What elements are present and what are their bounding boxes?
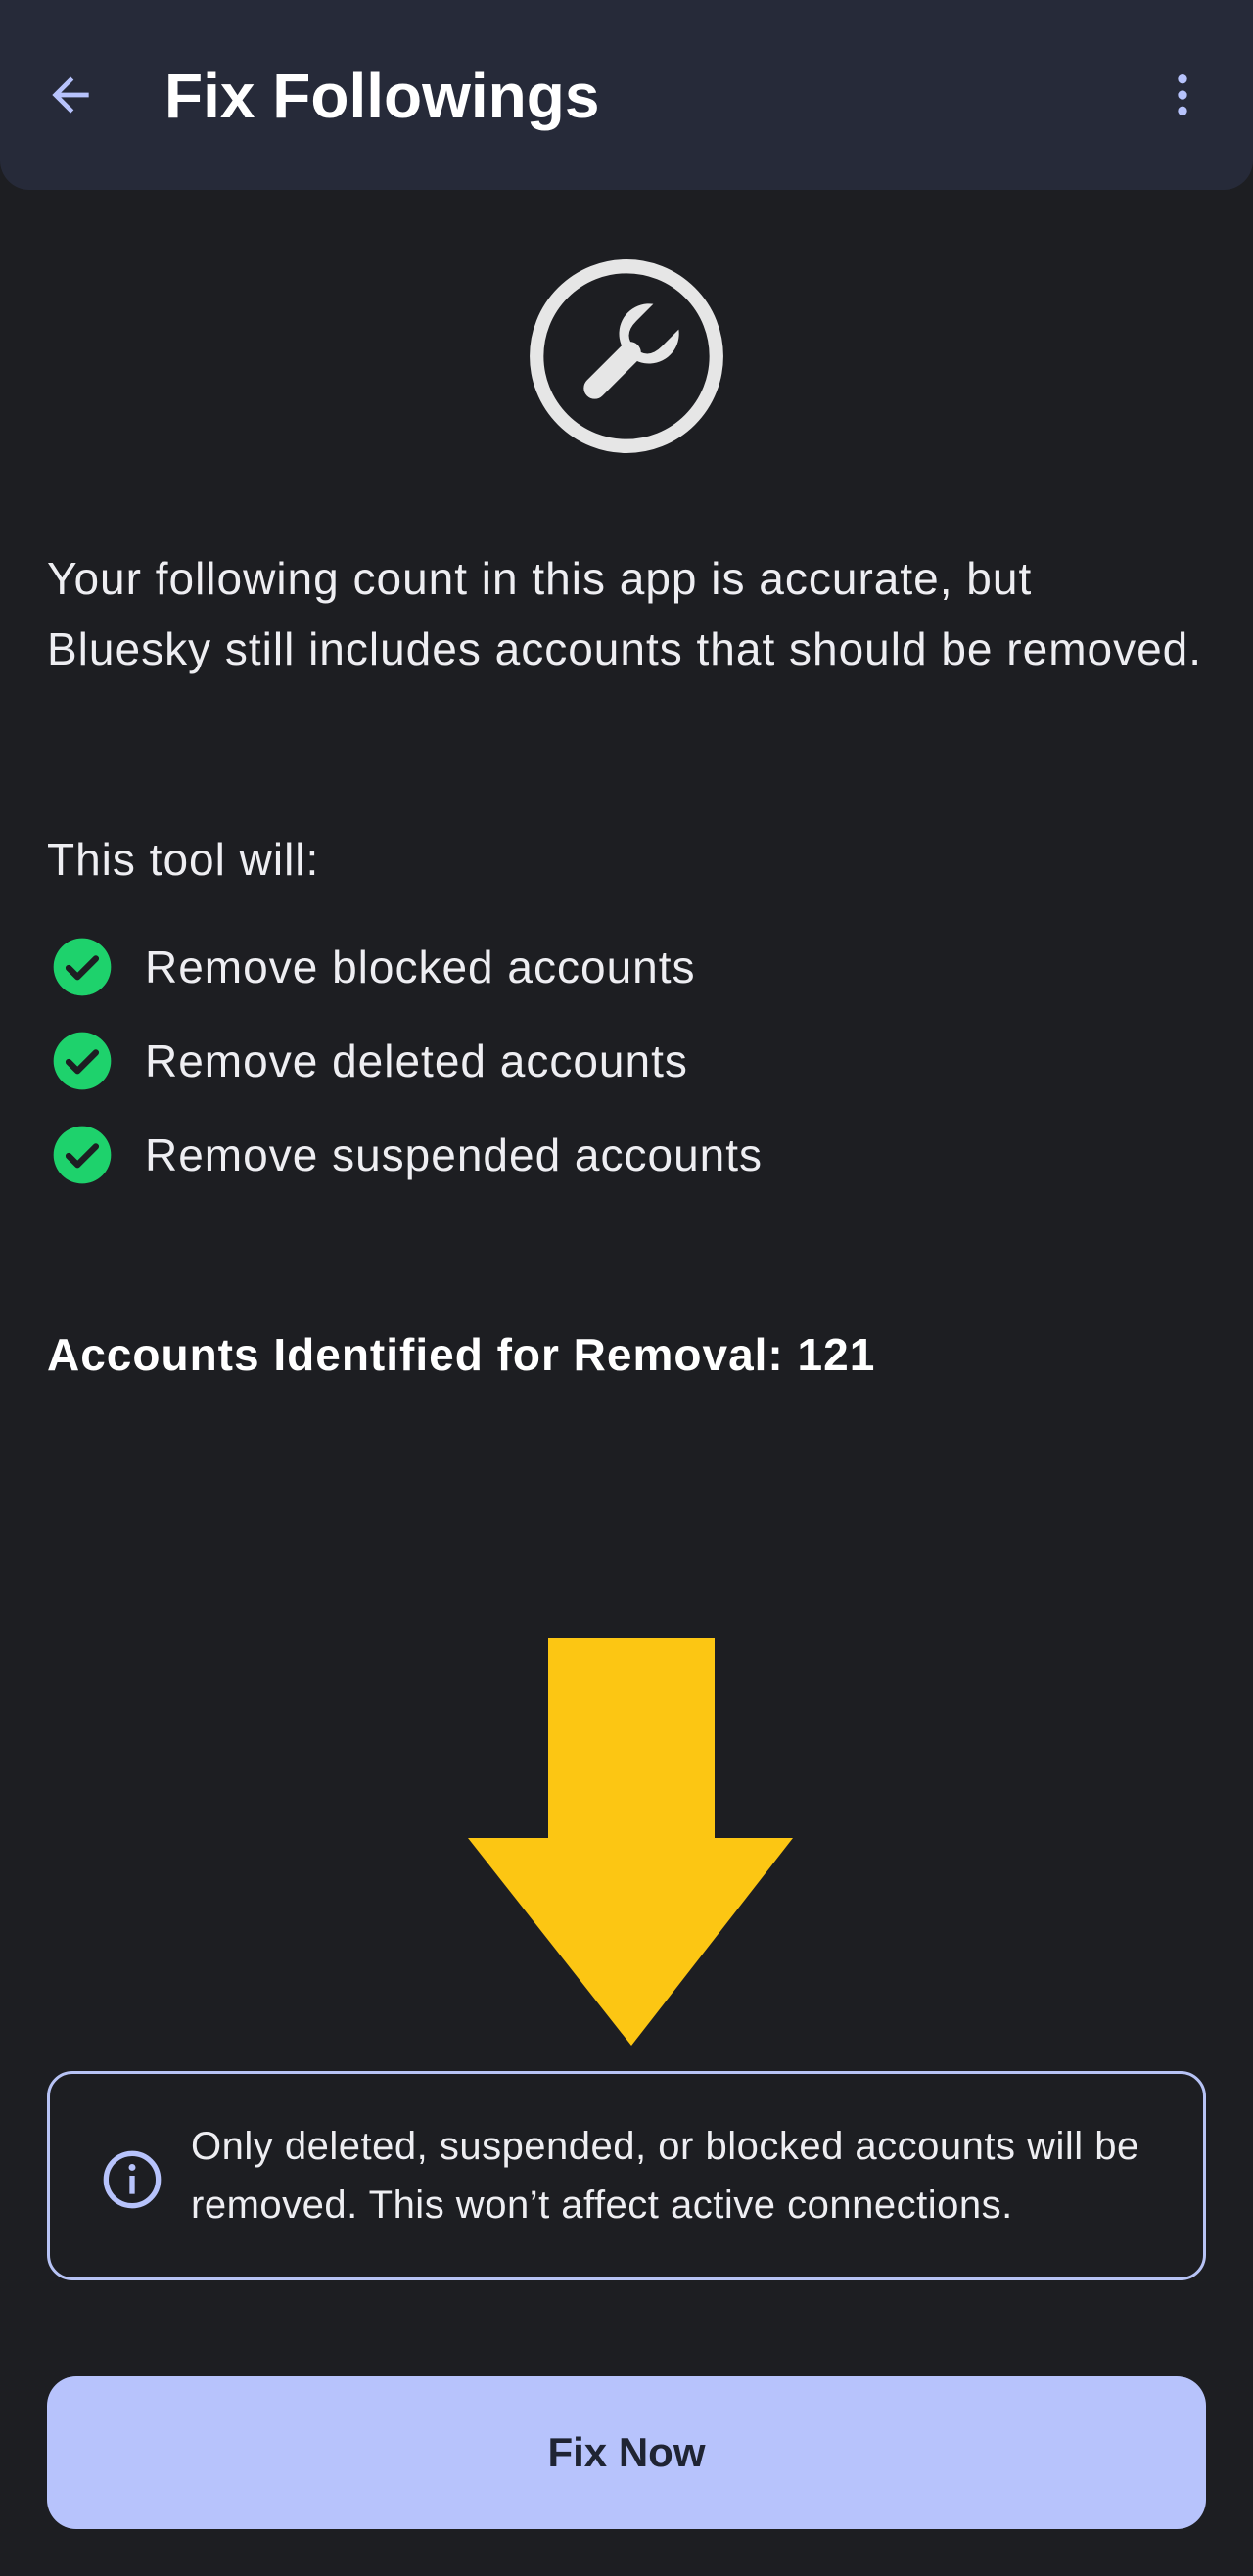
info-icon: [103, 2150, 162, 2209]
fix-now-button[interactable]: Fix Now: [47, 2376, 1206, 2529]
checklist-item: Remove blocked accounts: [47, 920, 763, 1014]
arrow-back-icon: [52, 76, 89, 114]
tool-intro-text: This tool will:: [47, 834, 320, 885]
page-title: Fix Followings: [164, 61, 600, 131]
wrench-circle-icon: [530, 259, 723, 453]
app-bar: Fix Followings: [0, 0, 1253, 190]
checklist-label: Remove deleted accounts: [145, 1035, 688, 1086]
checklist-item: Remove suspended accounts: [47, 1108, 763, 1202]
check-circle-icon: [53, 1126, 112, 1184]
checklist-item: Remove deleted accounts: [47, 1014, 763, 1108]
description-text: Your following count in this app is accu…: [47, 553, 1203, 674]
more-options-button[interactable]: [1141, 54, 1224, 136]
removal-count-text: Accounts Identified for Removal: 121: [47, 1329, 876, 1380]
info-text: Only deleted, suspended, or blocked acco…: [191, 2125, 1139, 2227]
check-circle-icon: [53, 1032, 112, 1090]
info-notice: Only deleted, suspended, or blocked acco…: [47, 2071, 1206, 2280]
checklist-label: Remove blocked accounts: [145, 942, 696, 992]
more-vert-icon: [1178, 74, 1187, 115]
back-button[interactable]: [29, 54, 112, 136]
checklist-label: Remove suspended accounts: [145, 1129, 764, 1180]
feature-checklist: Remove blocked accounts Remove deleted a…: [47, 920, 763, 1202]
check-circle-icon: [53, 938, 112, 996]
down-arrow-icon: [468, 1638, 793, 2046]
